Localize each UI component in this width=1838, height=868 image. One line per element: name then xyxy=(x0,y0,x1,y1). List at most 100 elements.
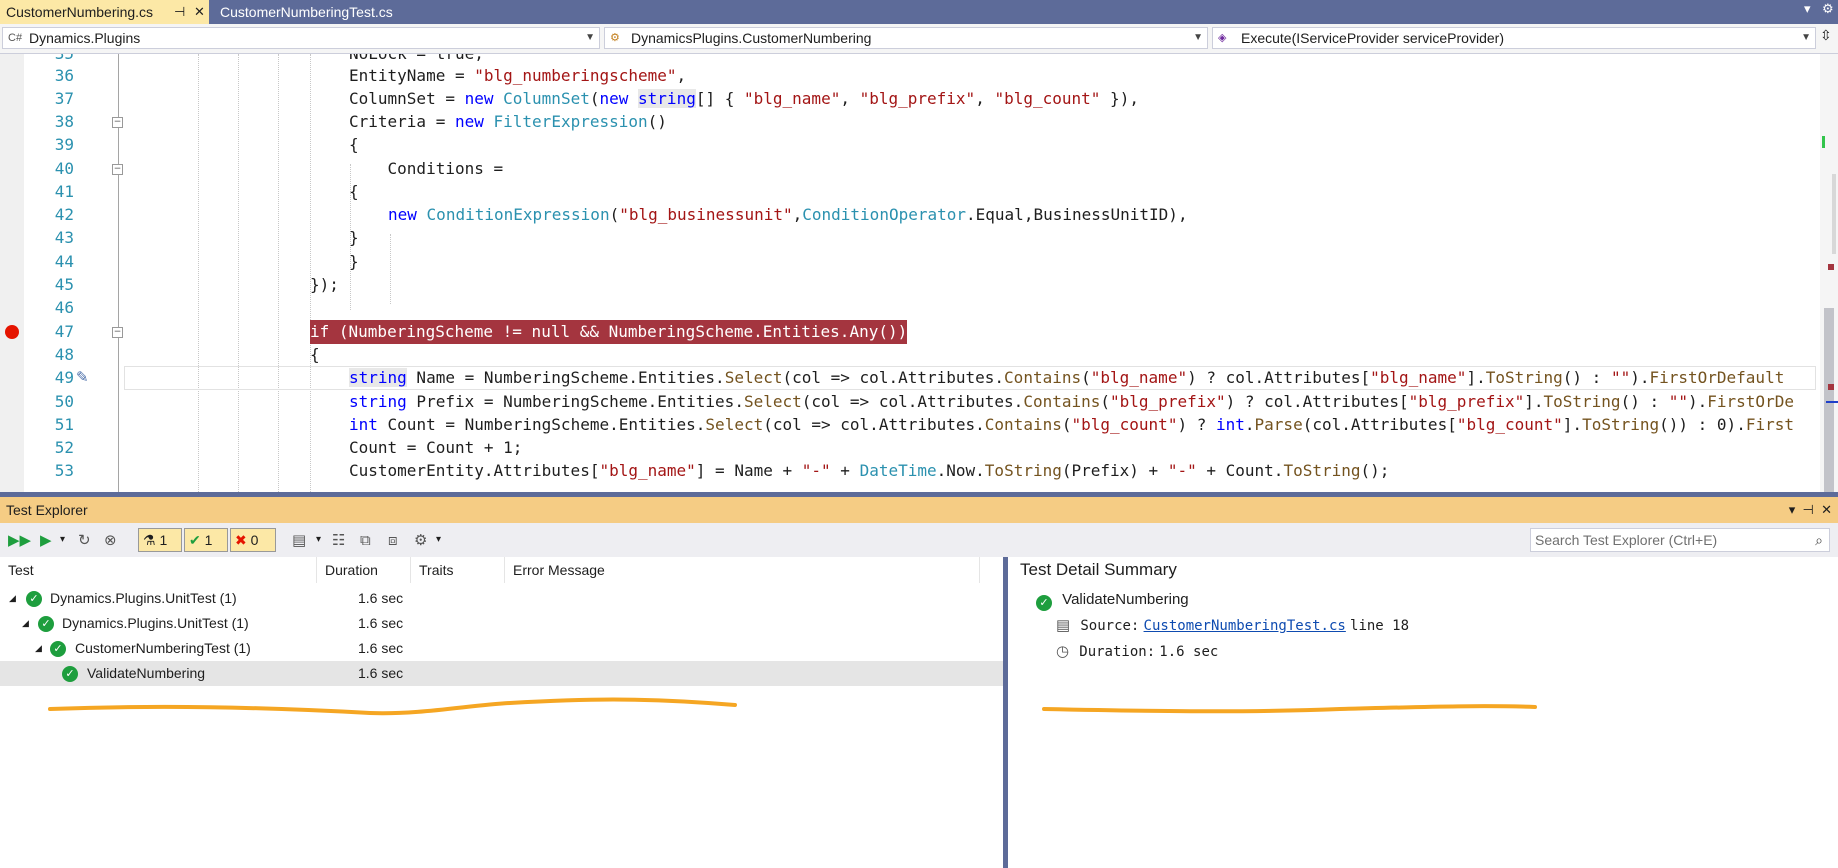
collapse-all-icon[interactable]: ⧈ xyxy=(388,529,398,551)
document-icon: ▤ xyxy=(1056,617,1071,634)
code-text: { xyxy=(310,345,320,364)
tab-label: CustomerNumberingTest.cs xyxy=(220,4,393,20)
search-placeholder: Search Test Explorer (Ctrl+E) xyxy=(1535,532,1718,548)
column-header-traits[interactable]: Traits xyxy=(411,557,505,583)
test-tree-row[interactable]: ◢ ✓ CustomerNumberingTest (1) 1.6 sec xyxy=(0,636,1003,661)
test-tree-row[interactable]: ◢ ✓ Dynamics.Plugins.UnitTest (1) 1.6 se… xyxy=(0,586,1003,611)
test-detail-pane: Test Detail Summary ✓ ValidateNumbering … xyxy=(1008,557,1838,868)
expanded-triangle-icon[interactable]: ◢ xyxy=(22,611,29,636)
code-text: string Name = NumberingScheme.Entities.S… xyxy=(349,368,1785,387)
collapse-icon[interactable]: − xyxy=(112,327,123,338)
search-input[interactable]: Search Test Explorer (Ctrl+E) ⌕ xyxy=(1530,528,1830,552)
detail-duration-row: ◷ Duration: 1.6 sec xyxy=(1056,640,1218,664)
pin-icon[interactable]: ⊣ xyxy=(174,0,185,24)
source-link[interactable]: CustomerNumberingTest.cs xyxy=(1144,618,1346,634)
run-dropdown-icon[interactable]: ▾ xyxy=(60,529,65,551)
x-circle-icon: ✖ xyxy=(235,532,247,548)
test-explorer-toolbar: ▶▶ ▶ ▾ ↻ ⊗ ⚗ 1 ✔ 1 ✖ 0 ▤ ▾ ☷ ⧉ ⧈ ⚙ ▾ Sea… xyxy=(0,523,1838,557)
code-text: int Count = NumberingScheme.Entities.Sel… xyxy=(349,415,1794,434)
code-line: 53 CustomerEntity.Attributes["blg_name"]… xyxy=(0,459,1838,483)
passed-count: 1 xyxy=(204,532,213,548)
close-icon[interactable]: ✕ xyxy=(1821,502,1832,517)
code-text: new ConditionExpression("blg_businessuni… xyxy=(388,205,1188,224)
member-dropdown[interactable]: ◈ Execute(IServiceProvider serviceProvid… xyxy=(1212,27,1816,49)
code-line: 51 int Count = NumberingScheme.Entities.… xyxy=(0,413,1838,437)
column-header-duration[interactable]: Duration xyxy=(317,557,411,583)
caret-marker xyxy=(1826,401,1838,403)
pin-icon[interactable]: ⊣ xyxy=(1803,502,1814,517)
quick-actions-brush-icon[interactable]: ✎ xyxy=(76,368,89,386)
run-all-icon[interactable]: ▶▶ xyxy=(8,529,31,551)
breakpoint-marker xyxy=(1828,264,1834,270)
code-line: 50 string Prefix = NumberingScheme.Entit… xyxy=(0,390,1838,414)
code-text: ColumnSet = new ColumnSet(new string[] {… xyxy=(349,89,1139,108)
code-editor[interactable]: 35 NoLock = true, 36 EntityName = "blg_n… xyxy=(0,54,1838,492)
split-window-icon[interactable]: ⇳ xyxy=(1820,28,1832,44)
code-line: 36 EntityName = "blg_numberingscheme", xyxy=(0,64,1838,88)
expanded-triangle-icon[interactable]: ◢ xyxy=(9,586,16,611)
tab-list-dropdown-icon[interactable]: ▾ xyxy=(1804,2,1811,17)
member-label: Execute(IServiceProvider serviceProvider… xyxy=(1241,30,1504,46)
code-line: 43 } xyxy=(0,226,1838,250)
close-icon[interactable]: ✕ xyxy=(194,0,205,24)
duration-label: Duration: xyxy=(1079,644,1156,660)
scrollbar-thumb[interactable] xyxy=(1824,308,1834,492)
project-label: Dynamics.Plugins xyxy=(29,30,141,46)
class-dropdown[interactable]: ⚙ DynamicsPlugins.CustomerNumbering ▼ xyxy=(604,27,1208,49)
cancel-run-icon[interactable]: ⊗ xyxy=(104,529,117,551)
line-number: 51 xyxy=(54,415,74,434)
line-number: 42 xyxy=(54,205,74,224)
collapse-icon[interactable]: − xyxy=(112,117,123,128)
project-dropdown[interactable]: C# Dynamics.Plugins ▼ xyxy=(2,27,600,49)
line-number: 37 xyxy=(54,89,74,108)
expanded-triangle-icon[interactable]: ◢ xyxy=(35,636,42,661)
column-header-test[interactable]: Test xyxy=(0,557,317,583)
test-name: Dynamics.Plugins.UnitTest (1) xyxy=(62,615,249,631)
settings-icon[interactable]: ⚙ xyxy=(1822,2,1834,17)
test-tree-row[interactable]: ◢ ✓ Dynamics.Plugins.UnitTest (1) 1.6 se… xyxy=(0,611,1003,636)
test-tree-row-selected[interactable]: ✓ ValidateNumbering 1.6 sec xyxy=(0,661,1003,686)
passed-tests-filter[interactable]: ✔ 1 xyxy=(184,528,228,552)
window-buttons: ▾ ⊣ ✕ xyxy=(1789,497,1832,523)
run-icon[interactable]: ▶ xyxy=(40,529,52,551)
window-position-dropdown-icon[interactable]: ▾ xyxy=(1789,502,1796,517)
source-label: Source: xyxy=(1080,618,1140,634)
search-icon[interactable]: ⌕ xyxy=(1815,529,1823,551)
collapse-icon[interactable]: − xyxy=(112,164,123,175)
breakpoint-highlighted-code: if (NumberingScheme != null && Numbering… xyxy=(310,320,908,344)
code-text: EntityName = "blg_numberingscheme", xyxy=(349,66,687,85)
tab-customer-numbering[interactable]: CustomerNumbering.cs ⊣ ✕ xyxy=(0,0,209,24)
code-line: 46 xyxy=(0,296,1838,320)
detail-title: Test Detail Summary xyxy=(1020,560,1177,579)
code-text: { xyxy=(349,182,359,201)
code-line: 52 Count = Count + 1; xyxy=(0,436,1838,460)
playlist-icon[interactable]: ▤ xyxy=(292,529,306,551)
navigation-bar: C# Dynamics.Plugins ▼ ⚙ DynamicsPlugins.… xyxy=(0,24,1838,54)
settings-dropdown-icon[interactable]: ▾ xyxy=(436,529,441,551)
playlist-dropdown-icon[interactable]: ▾ xyxy=(316,529,321,551)
settings-icon[interactable]: ⚙ xyxy=(414,529,427,551)
group-by-icon[interactable]: ☷ xyxy=(332,529,345,551)
duration-value: 1.6 sec xyxy=(1159,644,1219,660)
line-number: 47 xyxy=(54,322,74,341)
code-line: 38 − Criteria = new FilterExpression() xyxy=(0,110,1838,134)
code-line: 39 { xyxy=(0,133,1838,157)
line-number: 46 xyxy=(54,298,74,317)
chevron-down-icon: ▼ xyxy=(1801,32,1811,43)
line-number: 53 xyxy=(54,461,74,480)
tab-customer-numbering-test[interactable]: CustomerNumberingTest.cs xyxy=(214,0,458,24)
breakpoint-marker xyxy=(1828,384,1834,390)
passed-icon: ✓ xyxy=(62,666,78,682)
code-text: string Prefix = NumberingScheme.Entities… xyxy=(349,392,1794,411)
passed-icon: ✓ xyxy=(50,641,66,657)
repeat-last-run-icon[interactable]: ↻ xyxy=(78,529,91,551)
expand-all-icon[interactable]: ⧉ xyxy=(360,529,371,551)
failed-tests-filter[interactable]: ✖ 0 xyxy=(230,528,276,552)
panel-title: Test Explorer xyxy=(6,502,88,518)
test-name: Dynamics.Plugins.UnitTest (1) xyxy=(50,590,237,606)
editor-vertical-scrollbar[interactable] xyxy=(1820,54,1838,492)
column-header-error-message[interactable]: Error Message xyxy=(505,557,980,583)
total-tests-filter[interactable]: ⚗ 1 xyxy=(138,528,182,552)
breakpoint-icon[interactable] xyxy=(5,325,19,339)
passed-icon: ✓ xyxy=(38,616,54,632)
